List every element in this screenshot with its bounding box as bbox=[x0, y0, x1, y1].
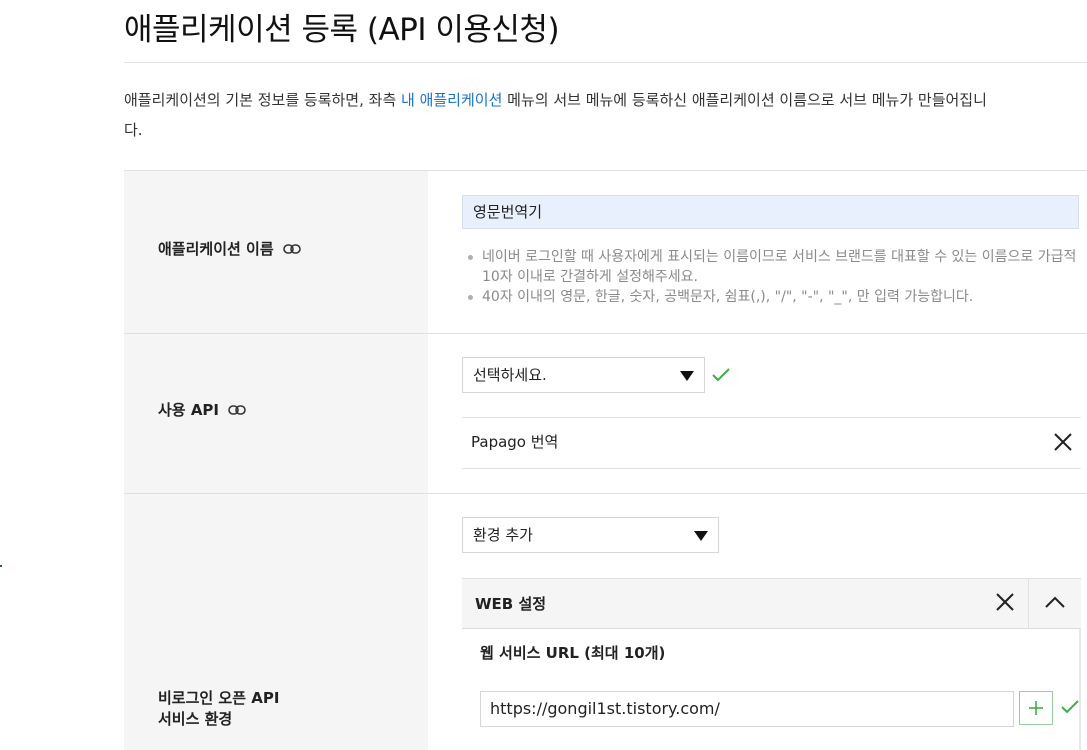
page-description: 애플리케이션의 기본 정보를 등록하면, 좌측 내 애플리케이션 메뉴의 서브 … bbox=[124, 85, 1064, 145]
hint-item: 40자 이내의 영문, 한글, 숫자, 공백문자, 쉼표(,), "/", "-… bbox=[464, 287, 1084, 307]
decorative-dot bbox=[0, 565, 2, 567]
app-name-label-cell: 애플리케이션 이름 bbox=[124, 171, 428, 334]
app-name-label: 애플리케이션 이름 bbox=[158, 239, 301, 260]
environment-label-line2: 서비스 환경 bbox=[158, 710, 233, 728]
check-icon bbox=[711, 367, 731, 387]
app-name-hints: 네이버 로그인할 때 사용자에게 표시되는 이름이므로 서비스 브랜드를 대표할… bbox=[464, 247, 1084, 307]
app-name-row: 애플리케이션 이름 영문번역기 네이버 로그인할 때 사용자에게 표시되는 이름… bbox=[124, 170, 1087, 334]
caret-down-icon bbox=[680, 371, 694, 381]
environment-label: 비로그인 오픈 API 서비스 환경 bbox=[158, 688, 279, 730]
page-title: 애플리케이션 등록 (API 이용신청) bbox=[124, 12, 560, 48]
web-settings-body: 웹 서비스 URL (최대 10개) https://gongil1st.tis… bbox=[462, 629, 1081, 750]
app-name-label-text: 애플리케이션 이름 bbox=[158, 240, 274, 258]
caret-down-icon bbox=[694, 531, 708, 541]
api-label: 사용 API bbox=[158, 400, 247, 421]
selected-api-label: Papago 번역 bbox=[471, 433, 559, 451]
api-select-value: 선택하세요. bbox=[473, 366, 547, 384]
web-settings-header: WEB 설정 bbox=[462, 578, 1081, 629]
web-url-input[interactable]: https://gongil1st.tistory.com/ bbox=[480, 691, 1014, 727]
web-url-field-label: 웹 서비스 URL (최대 10개) bbox=[480, 644, 666, 662]
environment-select[interactable]: 환경 추가 bbox=[462, 517, 719, 553]
environment-label-line1: 비로그인 오픈 API bbox=[158, 689, 280, 707]
link-icon[interactable] bbox=[283, 239, 301, 260]
api-row: 사용 API 선택하세요. Papago 번역 bbox=[124, 333, 1087, 494]
web-settings-panel: WEB 설정 웹 서비스 URL (최대 10개) https://gongil… bbox=[462, 578, 1081, 750]
my-applications-link[interactable]: 내 애플리케이션 bbox=[401, 91, 502, 109]
api-label-cell: 사용 API bbox=[124, 334, 428, 494]
selected-api-item: Papago 번역 bbox=[462, 417, 1081, 469]
environment-label-cell: 비로그인 오픈 API 서비스 환경 bbox=[124, 494, 428, 750]
description-text-cont: 메뉴의 서브 메뉴에 등록하신 애플리케이션 이름으로 서브 메뉴가 만들어집니 bbox=[502, 91, 987, 109]
page: 애플리케이션 등록 (API 이용신청) 애플리케이션의 기본 정보를 등록하면… bbox=[0, 0, 1087, 750]
web-settings-title: WEB 설정 bbox=[475, 595, 547, 613]
title-divider bbox=[124, 62, 1087, 63]
hint-item: 네이버 로그인할 때 사용자에게 표시되는 이름이므로 서비스 브랜드를 대표할… bbox=[464, 247, 1084, 287]
chevron-up-icon[interactable] bbox=[1044, 594, 1066, 613]
header-divider bbox=[1028, 579, 1029, 629]
plus-icon bbox=[1029, 701, 1043, 715]
description-text: 애플리케이션의 기본 정보를 등록하면, 좌측 bbox=[124, 91, 402, 109]
description-text-line2: 다. bbox=[124, 121, 143, 139]
close-icon[interactable] bbox=[995, 592, 1015, 616]
environment-select-value: 환경 추가 bbox=[473, 526, 533, 544]
add-url-button[interactable] bbox=[1019, 691, 1053, 725]
close-icon[interactable] bbox=[1053, 432, 1073, 456]
link-icon[interactable] bbox=[228, 400, 247, 421]
app-name-input[interactable]: 영문번역기 bbox=[462, 195, 1079, 229]
api-label-text: 사용 API bbox=[158, 401, 220, 419]
api-select[interactable]: 선택하세요. bbox=[462, 357, 705, 393]
environment-row: 비로그인 오픈 API 서비스 환경 환경 추가 WEB 설정 웹 서비스 UR… bbox=[124, 493, 1087, 750]
check-icon bbox=[1060, 699, 1080, 719]
